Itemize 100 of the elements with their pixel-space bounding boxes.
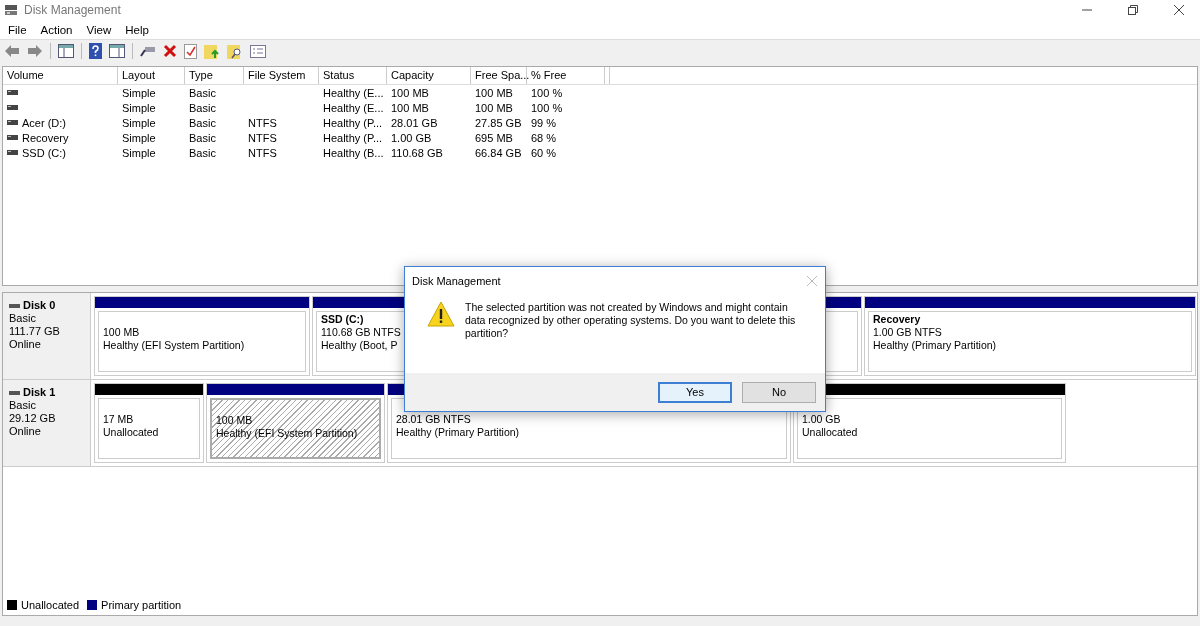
table-cell: NTFS	[248, 131, 277, 144]
partition-block[interactable]: 17 MB Unallocated	[94, 383, 204, 463]
folder-search-icon[interactable]	[227, 43, 243, 59]
connect-icon[interactable]	[140, 44, 156, 58]
partition-detail: 1.00 GB NTFS	[873, 326, 942, 339]
table-cell: 60 %	[531, 146, 557, 159]
table-cell: Basic	[189, 146, 216, 159]
table-cell: 100 MB	[391, 101, 429, 114]
column-header[interactable]: % Free	[527, 67, 605, 84]
close-icon[interactable]	[1174, 5, 1184, 15]
table-cell: 66.84 GB	[475, 146, 522, 159]
delete-icon[interactable]	[163, 44, 177, 58]
dialog-title: Disk Management	[412, 275, 501, 287]
dialog-button[interactable]: No	[742, 381, 816, 403]
column-header[interactable]: Type	[185, 67, 244, 84]
partition-detail: 100 MB	[103, 326, 140, 339]
menu-item[interactable]: File	[8, 23, 27, 36]
partition-detail: Healthy (Primary Partition)	[873, 339, 997, 352]
partition-detail: Unallocated	[802, 426, 858, 439]
menu-item[interactable]: View	[86, 23, 112, 36]
column-header[interactable]: Status	[319, 67, 387, 84]
table-cell: 695 MB	[475, 131, 513, 144]
disk-size: 29.12 GB	[9, 412, 57, 425]
drive-icon	[7, 120, 18, 125]
table-cell: Acer (D:)	[22, 116, 66, 129]
table-cell: Healthy (E...	[323, 86, 384, 99]
column-header[interactable]: File System	[244, 67, 319, 84]
table-cell: Simple	[122, 86, 156, 99]
disk-size: 111.77 GB	[9, 325, 61, 338]
column-header[interactable]: Layout	[118, 67, 185, 84]
table-cell: Simple	[122, 101, 156, 114]
dialog-message: The selected partition was not created by Windows and might contain data recognized by other operating systems. Do you want to delete this partition?	[465, 301, 797, 340]
table-cell: Basic	[189, 86, 216, 99]
column-header[interactable]: Volume	[3, 67, 118, 84]
drive-icon	[9, 390, 20, 395]
warning-icon	[427, 301, 455, 327]
partition-detail: 110.68 GB NTFS	[321, 326, 401, 339]
partition-detail: Healthy (Boot, P	[321, 339, 398, 352]
table-cell: NTFS	[248, 146, 277, 159]
table-cell: Healthy (B...	[323, 146, 384, 159]
drive-icon	[7, 150, 18, 155]
folder-up-icon[interactable]	[204, 43, 220, 59]
table-cell: 27.85 GB	[475, 116, 522, 129]
table-cell: 99 %	[531, 116, 557, 129]
partition-detail: Healthy (EFI System Partition)	[103, 339, 245, 352]
disk-status: Online	[9, 338, 42, 351]
drive-icon	[7, 90, 18, 95]
partition-detail: 17 MB	[103, 413, 134, 426]
window-title: Disk Management	[24, 3, 121, 17]
pane-icon[interactable]	[58, 44, 74, 58]
partition-title: Recovery	[873, 313, 921, 326]
table-cell: Healthy (P...	[323, 116, 383, 129]
column-header[interactable]: Free Spa...	[471, 67, 527, 84]
menu-item[interactable]: Action	[40, 23, 73, 36]
partition-detail: 1.00 GB	[802, 413, 841, 426]
partition-detail: 28.01 GB NTFS	[396, 413, 471, 426]
back-arrow-icon[interactable]	[4, 44, 20, 58]
table-cell: 100 %	[531, 101, 563, 114]
table-cell: 100 MB	[475, 101, 513, 114]
drive-icon	[7, 105, 18, 110]
app-icon	[4, 4, 18, 16]
partition-block[interactable]: 100 MB Healthy (EFI System Partition)	[94, 296, 310, 376]
table-cell: Recovery	[22, 131, 69, 144]
pane-icon[interactable]	[109, 44, 125, 58]
menu-item[interactable]: Help	[125, 23, 149, 36]
restore-icon[interactable]	[1128, 5, 1138, 15]
table-cell: NTFS	[248, 116, 277, 129]
disk-name: Disk 0	[23, 299, 56, 312]
legend-label: Primary partition	[101, 599, 182, 611]
table-cell: Basic	[189, 101, 216, 114]
partition-block[interactable]: Recovery 1.00 GB NTFS Healthy (Primary Partition)	[864, 296, 1196, 376]
partition-detail: Healthy (Primary Partition)	[396, 426, 520, 439]
help-icon[interactable]	[89, 43, 102, 59]
table-cell: Simple	[122, 146, 156, 159]
partition-title: SSD (C:)	[321, 313, 364, 326]
table-cell: Healthy (E...	[323, 101, 384, 114]
checklist-icon[interactable]	[184, 43, 197, 59]
partition-block[interactable]: 100 MB Healthy (EFI System Partition)	[206, 383, 385, 463]
table-cell: 100 MB	[475, 86, 513, 99]
partition-detail: Healthy (EFI System Partition)	[216, 427, 358, 440]
table-cell: SSD (C:)	[22, 146, 66, 159]
partition-detail: 100 MB	[216, 414, 253, 427]
disk-type: Basic	[9, 312, 37, 325]
table-cell: Healthy (P...	[323, 131, 383, 144]
table-cell: Simple	[122, 131, 156, 144]
list-icon[interactable]	[250, 44, 266, 58]
table-cell: 28.01 GB	[391, 116, 438, 129]
dialog-button[interactable]: Yes	[658, 381, 732, 403]
table-cell: 1.00 GB	[391, 131, 432, 144]
table-cell: Basic	[189, 131, 216, 144]
table-cell: 110.68 GB	[391, 146, 443, 159]
disk-name: Disk 1	[23, 386, 56, 399]
forward-arrow-icon[interactable]	[27, 44, 43, 58]
table-cell: Simple	[122, 116, 156, 129]
table-cell: 100 MB	[391, 86, 429, 99]
column-header[interactable]: Capacity	[387, 67, 471, 84]
table-cell: Basic	[189, 116, 216, 129]
disk-status: Online	[9, 425, 42, 438]
disk-type: Basic	[9, 399, 37, 412]
partition-detail: Unallocated	[103, 426, 159, 439]
